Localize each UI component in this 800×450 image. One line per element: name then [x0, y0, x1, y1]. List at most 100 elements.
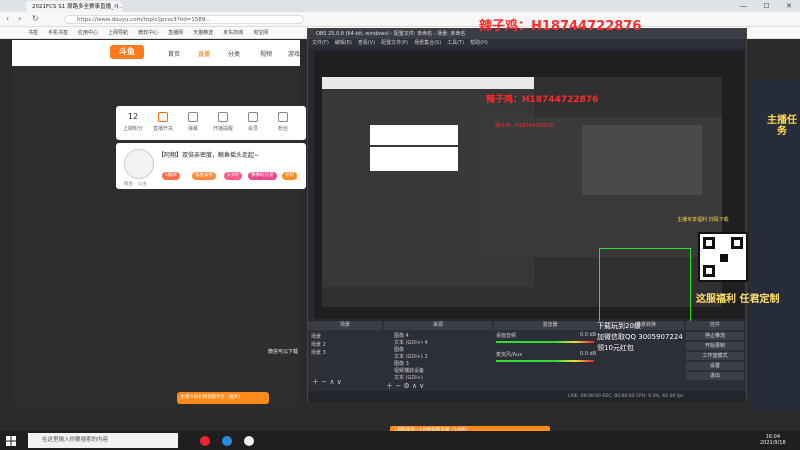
source-item[interactable]: 文本 (GDI+) 2 — [394, 353, 428, 360]
qr-caption: 主播专享福利 扫码下载 — [677, 217, 729, 223]
danmu-icon — [188, 112, 198, 122]
badge-pill[interactable]: 福星高照 — [192, 172, 216, 180]
badge-pill[interactable]: 1小时 — [224, 172, 242, 180]
watermark-mid: 辣子鸡：H18744722876 — [486, 95, 599, 105]
taskbar-search-input[interactable]: 在这里输入你要搜索的内容 — [28, 433, 178, 448]
scenes-dock-header: 场景 — [308, 321, 382, 330]
scene-item[interactable]: 场景 — [311, 333, 321, 340]
tag: 公主 — [138, 182, 147, 187]
source-item[interactable]: 图像 4 — [394, 332, 409, 339]
qr-code-image — [698, 232, 748, 282]
mixer-track-name: 桌面音频 — [496, 333, 517, 339]
site-header: 斗鱼 首页 直播 分类 视频 游戏 — [12, 40, 300, 66]
obs-preview[interactable]: 辣子鸡：H18744722876 辣子鸡：H18744722876 — [314, 51, 744, 328]
scene-add-icon[interactable]: ＋ − ∧ ∨ — [312, 377, 342, 387]
watermark-large: 辣子鸡：H18744722876 — [479, 19, 642, 34]
obs-status-bar: LIVE: 00:00:00 REC: 00:00:00 CPU: 0.4%, … — [308, 391, 746, 402]
source-item[interactable]: 图像 3 — [394, 360, 409, 367]
forward-icon[interactable]: › — [18, 14, 21, 23]
menu-item[interactable]: 文件(F) — [312, 39, 329, 48]
audio-meter — [496, 360, 594, 362]
exit-button[interactable]: 退出 — [686, 372, 744, 380]
bookmark-item[interactable]: 手机书签 — [48, 29, 68, 36]
bookmark-item[interactable]: 直播网 — [168, 29, 183, 36]
audio-meter — [496, 341, 594, 343]
back-icon[interactable]: ‹ — [6, 14, 9, 23]
nav-video[interactable]: 视频 — [260, 49, 272, 58]
badge-pill[interactable]: 星粉 — [282, 172, 297, 180]
windows-start-icon[interactable] — [6, 436, 16, 446]
menu-item[interactable]: 帮助(H) — [470, 39, 488, 48]
settings-button[interactable]: 设置 — [686, 362, 744, 370]
mixer-track-level: 0.0 dB — [580, 332, 597, 338]
alarm-icon — [218, 112, 228, 122]
source-item[interactable]: 图像 — [394, 346, 404, 353]
bookmark-item[interactable]: 京东商城 — [223, 29, 243, 36]
browser-tab-bar: 2021FCS S1 周路多全赛事直播_斗… — [0, 0, 800, 12]
nav-home[interactable]: 首页 — [168, 49, 180, 58]
browser-app-icon[interactable] — [222, 436, 232, 446]
panel-item[interactable]: 直播开关 — [150, 112, 176, 132]
nested-panel — [370, 125, 458, 145]
menu-item[interactable]: 查看(V) — [358, 39, 375, 48]
points-count: 12 — [127, 112, 139, 121]
url-input[interactable]: https://www.douyu.com/topic/jpcss3?rid=1… — [64, 15, 304, 24]
panel-item[interactable]: 粉丝 — [270, 112, 296, 132]
tab-title: 2021FCS S1 周路多全赛事直播_斗… — [32, 4, 122, 10]
source-item[interactable]: 文本 (GDI+) — [394, 374, 423, 381]
room-title: 【阿翔】双倍亲密度，鲸鱼摇头走起~ — [158, 152, 260, 159]
nav-category[interactable]: 分类 — [228, 49, 240, 58]
site-logo[interactable]: 斗鱼 — [110, 45, 144, 59]
panel-item[interactable]: 会员 — [240, 112, 266, 132]
bookmark-item[interactable]: 天猫精选 — [193, 29, 213, 36]
source-item[interactable]: 视频捕获设备 — [394, 367, 424, 374]
nested-obs-capture-inner — [582, 125, 702, 195]
scene-item[interactable]: 场景 3 — [311, 349, 326, 356]
bookmark-item[interactable]: 上网导航 — [108, 29, 128, 36]
maximize-icon[interactable]: ☐ — [763, 2, 769, 10]
watermark-tiny: 辣子鸡：H18744722876 — [495, 123, 554, 129]
minimize-icon[interactable]: — — [740, 2, 747, 10]
bookmark-item[interactable]: 微软中心 — [138, 29, 158, 36]
overlay-promo-title: 这服福利 任君定制 — [696, 294, 780, 305]
bookmark-item[interactable]: 淘宝网 — [253, 29, 268, 36]
selection-box[interactable] — [599, 248, 691, 328]
user-panel: 12 上期积分 直播开关 弹幕 开播提醒 会员 粉丝 — [116, 106, 306, 140]
source-add-icon[interactable]: ＋ − ⚙ ∧ ∨ — [386, 381, 424, 391]
source-item[interactable]: 文本 (GDI+) 4 — [394, 339, 428, 346]
broadcast-icon — [158, 112, 168, 122]
menu-item[interactable]: 场景集合(S) — [414, 39, 441, 48]
badge-pill[interactable]: 赛事的兄弟 — [248, 172, 277, 180]
window-controls: — ☐ ✕ — [732, 0, 800, 12]
close-icon[interactable]: ✕ — [786, 2, 792, 10]
anchor-card: 【阿翔】双倍亲密度，鲸鱼摇头走起~ 鲸鱼 公主 1翻牌 福星高照 1小时 赛事的… — [116, 143, 306, 189]
obs-app-icon[interactable] — [244, 436, 254, 446]
app-icon[interactable] — [200, 436, 210, 446]
tag: 鲸鱼 — [124, 182, 133, 187]
fans-icon — [278, 112, 288, 122]
task-promo-badge[interactable]: 主播任务 — [764, 115, 800, 145]
bookmark-item[interactable]: 应用中心 — [78, 29, 98, 36]
refresh-icon[interactable]: ↻ — [32, 14, 39, 23]
panel-item[interactable]: 弹幕 — [180, 112, 206, 132]
scene-item[interactable]: 场景 2 — [311, 341, 326, 348]
promo-banner[interactable]: 主播今日礼物领取专区（福利） — [177, 392, 269, 404]
mixer-track-name: 麦克风/Aux — [496, 352, 523, 358]
nested-browser-bar — [322, 77, 534, 89]
obs-menu-bar: 文件(F) 编辑(E) 查看(V) 配置文件(P) 场景集合(S) 工具(T) … — [308, 39, 746, 48]
nav-game[interactable]: 游戏 — [288, 49, 300, 58]
badge-pill[interactable]: 1翻牌 — [162, 172, 180, 180]
menu-item[interactable]: 工具(T) — [447, 39, 464, 48]
menu-item[interactable]: 编辑(E) — [335, 39, 352, 48]
browser-tab[interactable]: 2021FCS S1 周路多全赛事直播_斗… — [26, 0, 122, 12]
overlay-promo-text: 下载玩到20级 加微信取QQ 3005907224 领10元红包 — [597, 322, 683, 352]
avatar[interactable] — [124, 149, 154, 179]
bookmark-item[interactable]: 书签 — [28, 29, 38, 36]
taskbar-clock[interactable]: 16:04 2021/9/18 — [760, 434, 786, 446]
hint-text: 微信可以下载 — [268, 349, 299, 355]
mixer-dock-header: 混音器 — [494, 321, 606, 330]
nested-card — [370, 147, 458, 171]
nav-live[interactable]: 直播 — [198, 49, 210, 58]
panel-item[interactable]: 开播提醒 — [210, 112, 236, 132]
menu-item[interactable]: 配置文件(P) — [381, 39, 408, 48]
